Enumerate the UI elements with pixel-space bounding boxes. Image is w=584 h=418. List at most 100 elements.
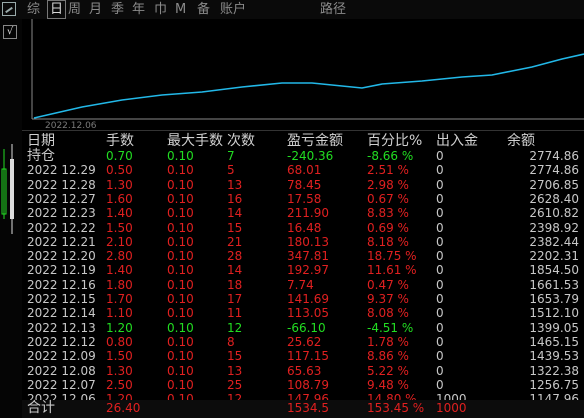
row-pnl: 78.45 xyxy=(287,177,322,192)
table-row[interactable]: 2022 12.20 2.80 0.10 28 347.81 18.75 % 0 2202.3… xyxy=(0,249,584,264)
row-io: 0 xyxy=(436,249,444,264)
row-pct: 8.18 % xyxy=(367,234,409,249)
menu-tab[interactable]: 季 xyxy=(111,1,124,18)
row-balance: 2706.85 xyxy=(529,177,579,192)
table-row[interactable]: 2022 12.23 1.40 0.10 14 211.90 8.83 % 0 2610.82 xyxy=(0,206,584,221)
row-max-lots: 0.10 xyxy=(167,177,194,192)
header-lots: 手数 xyxy=(106,133,134,149)
row-lots: 1.40 xyxy=(106,263,133,278)
row-io: 0 xyxy=(436,349,444,364)
balance-curve-chart xyxy=(31,19,584,120)
row-pct: 8.83 % xyxy=(367,206,409,221)
header-count: 次数 xyxy=(227,133,255,149)
row-balance: 2610.82 xyxy=(529,206,579,221)
row-max-lots: 0.10 xyxy=(167,363,194,378)
table-row[interactable]: 2022 12.08 1.30 0.10 13 65.63 5.22 % 0 1322.38 xyxy=(0,364,584,379)
row-io: 0 xyxy=(436,320,444,335)
top-menu-bar: 综日周月季年巾 M 备账户 路径 xyxy=(0,0,584,19)
table-row[interactable]: 2022 12.16 1.80 0.10 18 7.74 0.47 % 0 1661.53 xyxy=(0,278,584,293)
row-io: 0 xyxy=(436,149,444,163)
menu-tab[interactable]: M xyxy=(175,1,186,18)
row-pnl: 117.15 xyxy=(287,349,329,364)
table-row[interactable]: 2022 12.27 1.60 0.10 16 17.58 0.67 % 0 2628.40 xyxy=(0,192,584,207)
row-max-lots: 0.10 xyxy=(167,277,194,292)
table-row[interactable]: 2022 12.14 1.10 0.10 11 113.05 8.08 % 0 1512.10 xyxy=(0,306,584,321)
row-balance: 1661.53 xyxy=(529,277,579,292)
row-pnl: 25.62 xyxy=(287,334,322,349)
row-pct: 0.69 % xyxy=(367,220,409,235)
menu-tab[interactable]: 巾 xyxy=(154,1,167,18)
table-row[interactable]: 2022 12.28 1.30 0.10 13 78.45 2.98 % 0 2706.85 xyxy=(0,178,584,193)
row-count: 13 xyxy=(227,363,243,378)
route-label[interactable]: 路径 xyxy=(320,1,346,18)
table-row[interactable]: 持仓 0.70 0.10 7 -240.36 -8.66 % 0 2774.86 xyxy=(0,149,584,164)
row-pct: 1.78 % xyxy=(367,334,409,349)
table-row[interactable]: 2022 12.29 0.50 0.10 5 68.01 2.51 % 0 2774.86 xyxy=(0,163,584,178)
row-count: 14 xyxy=(227,263,243,278)
row-balance: 1439.53 xyxy=(529,349,579,364)
row-date: 2022 12.21 xyxy=(27,234,96,249)
table-row[interactable]: 2022 12.13 1.20 0.10 12 -66.10 -4.51 % 0 1399.0… xyxy=(0,321,584,336)
row-count: 8 xyxy=(227,334,235,349)
menu-tab[interactable]: 账户 xyxy=(220,1,246,18)
row-count: 5 xyxy=(227,163,235,178)
chart-app-icon[interactable] xyxy=(2,2,16,16)
row-balance: 2628.40 xyxy=(529,191,579,206)
row-pnl: 180.13 xyxy=(287,234,329,249)
row-pnl: 65.63 xyxy=(287,363,322,378)
row-pct: 2.98 % xyxy=(367,177,409,192)
row-io: 0 xyxy=(436,206,444,221)
table-row[interactable]: 2022 12.09 1.50 0.10 15 117.15 8.86 % 0 1439.53 xyxy=(0,349,584,364)
row-max-lots: 0.10 xyxy=(167,220,194,235)
row-max-lots: 0.10 xyxy=(167,163,194,178)
row-lots: 2.80 xyxy=(106,249,133,264)
total-label: 合计 xyxy=(27,400,55,416)
menu-tab[interactable]: 日 xyxy=(47,0,67,19)
row-pct: 11.61 % xyxy=(367,263,417,278)
menu-tab[interactable]: 周 xyxy=(68,1,81,18)
row-count: 25 xyxy=(227,377,243,392)
row-max-lots: 0.10 xyxy=(167,263,194,278)
row-lots: 1.30 xyxy=(106,177,133,192)
row-pnl: 347.81 xyxy=(287,249,329,264)
row-date: 2022 12.08 xyxy=(27,363,96,378)
menu-tab[interactable]: 月 xyxy=(89,1,102,18)
row-balance: 1322.38 xyxy=(529,363,579,378)
row-pnl: 7.74 xyxy=(287,277,314,292)
row-balance: 1465.15 xyxy=(529,334,579,349)
row-io: 0 xyxy=(436,334,444,349)
menu-tab[interactable]: 综 xyxy=(27,1,40,18)
row-balance: 1512.10 xyxy=(529,306,579,321)
menu-tab[interactable]: 备 xyxy=(197,1,210,18)
row-date: 2022 12.28 xyxy=(27,177,96,192)
row-io: 0 xyxy=(436,263,444,278)
row-pct: 9.48 % xyxy=(367,377,409,392)
row-lots: 0.70 xyxy=(106,149,133,163)
header-max-lots: 最大手数 xyxy=(167,133,223,149)
row-date: 2022 12.07 xyxy=(27,377,96,392)
row-pct: 18.75 % xyxy=(367,249,417,264)
row-io: 0 xyxy=(436,377,444,392)
row-date: 2022 12.13 xyxy=(27,320,96,335)
chart-separator xyxy=(22,130,584,131)
row-balance: 2382.44 xyxy=(529,234,579,249)
row-pnl: 192.97 xyxy=(287,263,329,278)
row-balance: 2774.86 xyxy=(529,163,579,178)
table-row[interactable]: 2022 12.07 2.50 0.10 25 108.79 9.48 % 0 1256.75 xyxy=(0,378,584,393)
row-pnl: 108.79 xyxy=(287,377,329,392)
table-row[interactable]: 2022 12.22 1.50 0.10 15 16.48 0.69 % 0 2398.92 xyxy=(0,221,584,236)
row-max-lots: 0.10 xyxy=(167,149,194,163)
row-lots: 0.50 xyxy=(106,163,133,178)
header-pct: 百分比% xyxy=(367,133,423,149)
row-max-lots: 0.10 xyxy=(167,320,194,335)
table-row[interactable]: 2022 12.12 0.80 0.10 8 25.62 1.78 % 0 1465.15 xyxy=(0,335,584,350)
row-count: 14 xyxy=(227,206,243,221)
table-row[interactable]: 2022 12.21 2.10 0.10 21 180.13 8.18 % 0 2382.44 xyxy=(0,235,584,250)
header-io: 出入金 xyxy=(436,133,478,149)
row-pct: 8.86 % xyxy=(367,349,409,364)
row-date: 2022 12.20 xyxy=(27,249,96,264)
menu-tab[interactable]: 年 xyxy=(132,1,145,18)
table-row[interactable]: 2022 12.19 1.40 0.10 14 192.97 11.61 % 0 1854.5… xyxy=(0,263,584,278)
table-row[interactable]: 2022 12.15 1.70 0.10 17 141.69 9.37 % 0 1653.79 xyxy=(0,292,584,307)
check-icon[interactable]: √ xyxy=(3,25,17,39)
